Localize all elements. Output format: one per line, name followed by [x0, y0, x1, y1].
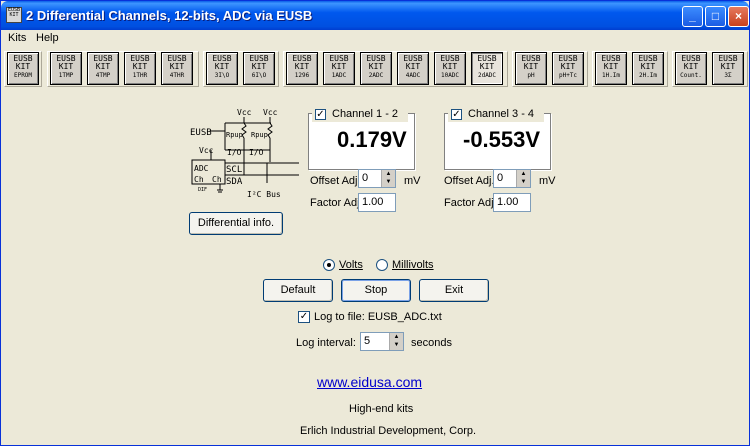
channel-2-value: -0.553V — [463, 127, 541, 152]
kit-button-count[interactable]: EUSB KIT Count. — [675, 52, 707, 85]
exit-button[interactable]: Exit — [419, 279, 489, 302]
offset-label: Offset Adj. — [444, 175, 495, 187]
spinner-arrows-icon[interactable]: ▲ ▼ — [389, 333, 403, 350]
i2c-wiring-diagram: Vcc Vcc EUSB Rpup Rpup I/O I/O Vcc SCL S… — [190, 108, 299, 199]
menu-kits[interactable]: Kits — [8, 32, 26, 44]
scl-label: SCL — [226, 165, 242, 175]
kit-button-4adc[interactable]: EUSB KIT 4ADC — [397, 52, 429, 85]
offset-unit: mV — [404, 175, 421, 187]
app-window: EUSB KIT 2 Differential Channels, 12-bits… — [0, 0, 750, 446]
menu-help[interactable]: Help — [36, 32, 59, 44]
channel-1-value: 0.179V — [337, 127, 407, 152]
kit-button-10adc[interactable]: EUSB KIT 10ADC — [434, 52, 466, 85]
millivolts-radio[interactable] — [376, 259, 388, 271]
kit-button-1296[interactable]: EUSB KIT 1296 — [286, 52, 318, 85]
vcc-label: Vcc — [263, 108, 278, 117]
kit-button-eprom[interactable]: EUSB KIT EPROM — [7, 52, 39, 85]
io-label: I/O — [227, 148, 242, 157]
log-interval-label: Log interval: — [296, 337, 356, 349]
tagline: High-end kits — [349, 403, 414, 415]
channel-2-offset-spinner[interactable]: 0 ▲ ▼ — [493, 169, 531, 188]
millivolts-label[interactable]: Millivolts — [392, 259, 434, 271]
ch-label: Ch — [194, 175, 204, 184]
kit-button-2dadc[interactable]: EUSB KIT 2dADC — [471, 52, 503, 85]
kit-button-2him[interactable]: EUSB KIT 2H.Im — [632, 52, 664, 85]
title-bar[interactable]: EUSB KIT 2 Differential Channels, 12-bits… — [1, 1, 749, 30]
dif-label: DIF — [198, 187, 207, 193]
stop-button[interactable]: Stop — [341, 279, 411, 302]
company-name: Erlich Industrial Development, Corp. — [300, 425, 477, 437]
channel-1-checkbox[interactable]: ✓ — [315, 109, 326, 120]
window-title: 2 Differential Channels, 12-bits, ADC vi… — [26, 8, 313, 23]
ch-label: Ch — [212, 175, 222, 184]
minimize-button[interactable]: _ — [682, 6, 703, 27]
volts-radio[interactable] — [323, 259, 335, 271]
log-to-file-label[interactable]: Log to file: EUSB_ADC.txt — [314, 311, 442, 323]
kit-button-1him[interactable]: EUSB KIT 1H.Im — [595, 52, 627, 85]
kit-button-6io[interactable]: EUSB KIT 6I\O — [243, 52, 275, 85]
channel-2-factor-input[interactable]: 1.00 — [493, 193, 531, 212]
log-interval-spinner[interactable]: 5 ▲ ▼ — [360, 332, 404, 351]
default-button[interactable]: Default — [263, 279, 333, 302]
kit-button-4tmp[interactable]: EUSB KIT 4TMP — [87, 52, 119, 85]
vcc-label: Vcc — [199, 146, 214, 155]
channel-1-offset-spinner[interactable]: 0 ▲ ▼ — [358, 169, 396, 188]
maximize-button[interactable]: □ — [705, 6, 726, 27]
channel-2-checkbox[interactable]: ✓ — [451, 109, 462, 120]
kit-button-1adc[interactable]: EUSB KIT 1ADC — [323, 52, 355, 85]
menu-bar: Kits Help — [2, 30, 748, 47]
channel-1-factor-input[interactable]: 1.00 — [358, 193, 396, 212]
channel-2-title: Channel 3 - 4 — [468, 108, 535, 120]
kit-button-1thr[interactable]: EUSB KIT 1THR — [124, 52, 156, 85]
kit-button-4thr[interactable]: EUSB KIT 4THR — [161, 52, 193, 85]
offset-label: Offset Adj. — [310, 175, 361, 187]
kit-button-3io[interactable]: EUSB KIT 3I\O — [206, 52, 238, 85]
eusb-label: EUSB — [190, 128, 212, 138]
vcc-label: Vcc — [237, 108, 252, 117]
factor-label: Factor Adj. — [444, 197, 497, 209]
rpup-label: Rpup — [251, 131, 268, 139]
kit-button-ph-tc[interactable]: EUSB KIT pH+Tc — [552, 52, 584, 85]
factor-label: Factor Adj. — [310, 197, 363, 209]
adc-label: ADC — [194, 164, 209, 173]
kit-button-3sigma[interactable]: EUSB KIT 3Σ — [712, 52, 744, 85]
sda-label: SDA — [226, 177, 243, 187]
kit-toolbar: EUSB KIT EPROM EUSB KIT 1TMP EUSB KIT 4TMP EUS… — [2, 47, 748, 89]
volts-label[interactable]: Volts — [339, 259, 363, 271]
rpup-label: Rpup — [226, 131, 243, 139]
close-button[interactable]: × — [728, 6, 749, 27]
i2c-bus-label: I²C Bus — [247, 190, 281, 199]
eusb-kit-icon[interactable]: EUSB KIT — [6, 7, 22, 23]
spinner-arrows-icon[interactable]: ▲ ▼ — [516, 170, 530, 187]
log-interval-unit: seconds — [411, 337, 452, 349]
spinner-arrows-icon[interactable]: ▲ ▼ — [381, 170, 395, 187]
offset-unit: mV — [539, 175, 556, 187]
website-link[interactable]: www.eidusa.com — [317, 374, 422, 390]
kit-button-1tmp[interactable]: EUSB KIT 1TMP — [50, 52, 82, 85]
differential-info-button[interactable]: Differential info. — [189, 212, 283, 235]
log-to-file-checkbox[interactable]: ✓ — [298, 311, 310, 323]
kit-button-ph[interactable]: EUSB KIT pH — [515, 52, 547, 85]
io-label: I/O — [249, 148, 264, 157]
kit-button-2adc[interactable]: EUSB KIT 2ADC — [360, 52, 392, 85]
channel-1-title: Channel 1 - 2 — [332, 108, 399, 120]
